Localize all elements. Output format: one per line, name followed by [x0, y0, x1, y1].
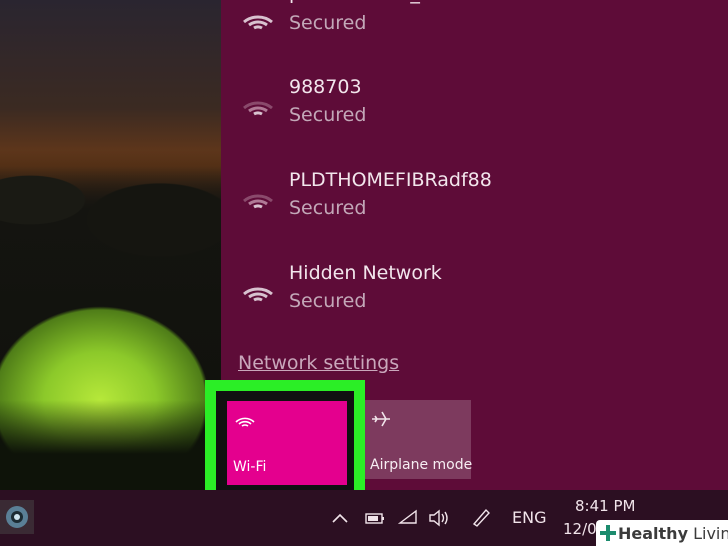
- clock-time[interactable]: 8:41 PM: [575, 497, 635, 515]
- watermark-text: Healthy Living: [618, 524, 728, 543]
- airplane-mode-tile[interactable]: Airplane mode: [360, 400, 473, 479]
- watermark-light: Living: [693, 524, 728, 543]
- network-status: Secured: [289, 290, 367, 312]
- network-name: Hidden Network: [289, 262, 442, 284]
- wifi-signal-icon: [243, 287, 273, 302]
- wifi-signal-icon: [243, 15, 273, 30]
- taskbar-app-icon[interactable]: [0, 500, 34, 534]
- pen-icon[interactable]: [470, 506, 492, 528]
- battery-icon[interactable]: [362, 509, 386, 527]
- network-settings-link[interactable]: Network settings: [238, 352, 399, 374]
- network-item[interactable]: PLDTHOMEFIBRadf88 Secured: [221, 169, 728, 239]
- wallpaper-ground: [0, 400, 221, 490]
- network-item[interactable]: platibertcam_bdsa Secured: [221, 0, 728, 60]
- network-item[interactable]: Hidden Network Secured: [221, 262, 728, 332]
- wifi-icon: [235, 417, 255, 427]
- network-item[interactable]: 988703 Secured: [221, 76, 728, 146]
- wifi-signal-icon: [243, 194, 273, 209]
- eye-icon: [6, 506, 28, 528]
- network-status: Secured: [289, 197, 367, 219]
- language-indicator[interactable]: ENG: [512, 508, 546, 527]
- wifi-tray-icon[interactable]: [398, 509, 420, 527]
- wifi-signal-icon: [243, 101, 273, 116]
- network-name: PLDTHOMEFIBRadf88: [289, 169, 492, 191]
- wifi-tile[interactable]: Wi-Fi: [227, 401, 347, 485]
- network-status: Secured: [289, 104, 367, 126]
- volume-icon[interactable]: [428, 509, 452, 527]
- desktop-wallpaper: [0, 0, 221, 490]
- network-name: platibertcam_bdsa: [289, 0, 465, 4]
- clock-date[interactable]: 12/0: [563, 520, 597, 538]
- network-name: 988703: [289, 76, 362, 98]
- network-status: Secured: [289, 12, 367, 34]
- wifi-tile-label: Wi-Fi: [233, 459, 267, 475]
- chevron-up-icon[interactable]: [331, 512, 349, 524]
- airplane-mode-label: Airplane mode: [370, 457, 473, 473]
- plus-icon: [600, 525, 616, 541]
- airplane-icon: [372, 411, 390, 427]
- healthy-living-watermark: Healthy Living: [596, 520, 728, 546]
- watermark-bold: Healthy: [618, 524, 688, 543]
